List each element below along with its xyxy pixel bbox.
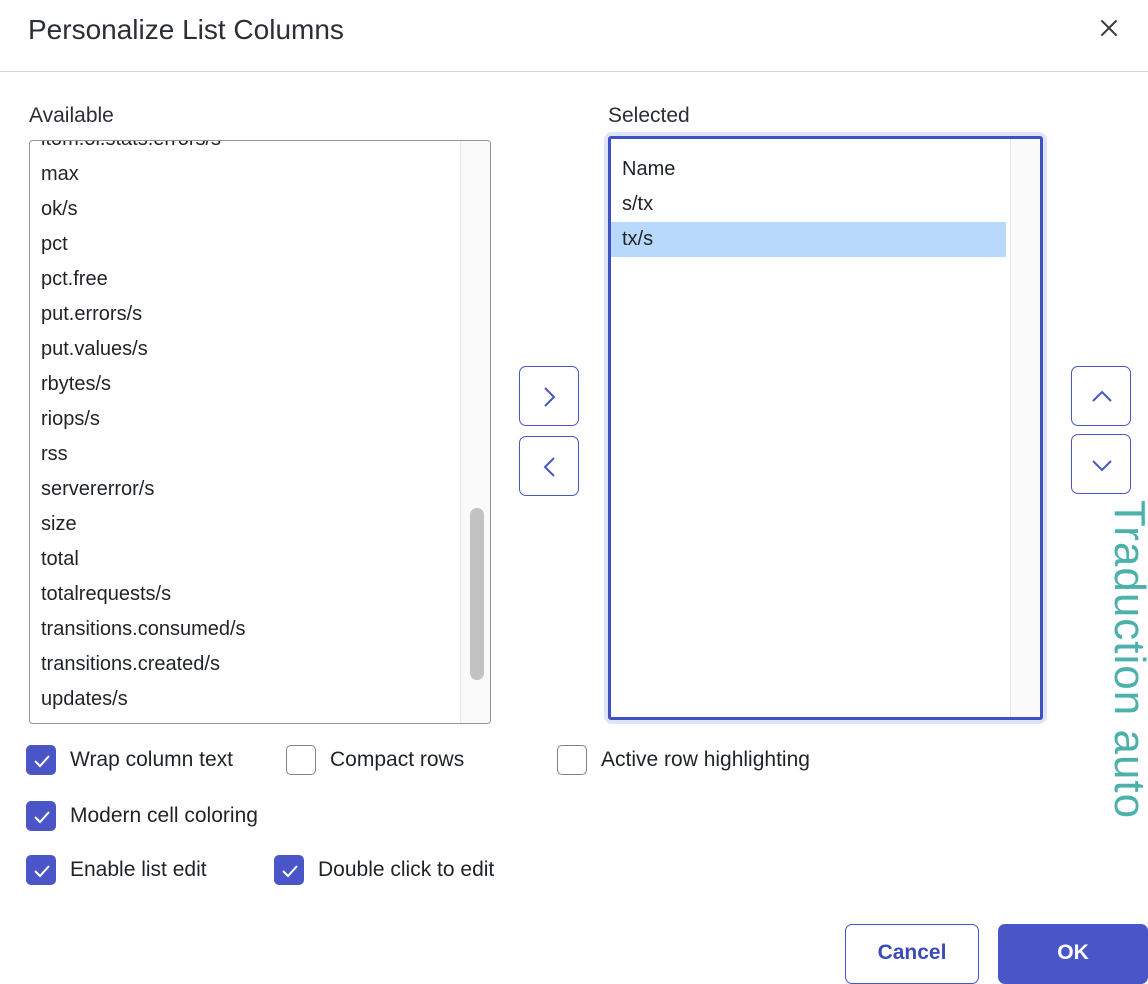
chevron-right-icon <box>544 387 556 407</box>
double-click-to-edit-label: Double click to edit <box>318 858 495 881</box>
dialog-title: Personalize List Columns <box>28 14 344 45</box>
compact-rows-checkbox[interactable] <box>286 745 316 775</box>
available-item[interactable]: updates/s <box>30 682 246 717</box>
translation-watermark[interactable]: Traduction auto <box>1110 500 1148 981</box>
available-item[interactable]: pct <box>30 227 246 262</box>
wrap-column-text-checkbox[interactable] <box>26 745 56 775</box>
available-scrollbar-thumb[interactable] <box>470 508 484 680</box>
double-click-to-edit-option[interactable]: Double click to edit <box>274 855 494 885</box>
move-down-button[interactable] <box>1071 434 1131 494</box>
selected-listbox[interactable]: Name s/tx tx/s <box>608 136 1043 720</box>
cancel-button[interactable]: Cancel <box>845 924 979 984</box>
available-item[interactable]: itom.oi.stats.errors/s <box>30 141 246 157</box>
active-row-highlighting-option[interactable]: Active row highlighting <box>557 745 810 775</box>
translation-watermark-text: Traduction auto <box>1110 500 1148 820</box>
checkmark-icon <box>282 865 298 878</box>
selected-item[interactable]: Name <box>611 152 1006 187</box>
chevron-down-icon <box>1092 460 1112 472</box>
available-item[interactable]: max <box>30 157 246 192</box>
checkmark-icon <box>34 811 50 824</box>
available-item[interactable]: size <box>30 507 246 542</box>
active-row-highlighting-checkbox[interactable] <box>557 745 587 775</box>
enable-list-edit-label: Enable list edit <box>70 858 207 881</box>
modern-cell-coloring-option[interactable]: Modern cell coloring <box>26 801 258 831</box>
available-item[interactable]: transitions.created/s <box>30 647 246 682</box>
wrap-column-text-label: Wrap column text <box>70 748 234 771</box>
available-item[interactable]: ok/s <box>30 192 246 227</box>
remove-column-button[interactable] <box>519 436 579 496</box>
add-column-button[interactable] <box>519 366 579 426</box>
close-icon <box>1101 20 1117 36</box>
available-scrollbar[interactable] <box>460 141 490 723</box>
move-up-button[interactable] <box>1071 366 1131 426</box>
enable-list-edit-option[interactable]: Enable list edit <box>26 855 207 885</box>
chevron-up-icon <box>1092 390 1112 402</box>
compact-rows-option[interactable]: Compact rows <box>286 745 464 775</box>
available-item[interactable]: put.values/s <box>30 332 246 367</box>
chevron-left-icon <box>543 457 555 477</box>
available-item[interactable]: transitions.consumed/s <box>30 612 246 647</box>
selected-item-highlighted[interactable]: tx/s <box>611 222 1006 257</box>
double-click-to-edit-checkbox[interactable] <box>274 855 304 885</box>
available-item[interactable]: rbytes/s <box>30 367 246 402</box>
available-item[interactable]: total <box>30 542 246 577</box>
selected-item[interactable]: s/tx <box>611 187 1006 222</box>
modern-cell-coloring-label: Modern cell coloring <box>70 804 258 827</box>
available-item[interactable]: totalrequests/s <box>30 577 246 612</box>
available-item[interactable]: put.errors/s <box>30 297 246 332</box>
wrap-column-text-option[interactable]: Wrap column text <box>26 745 233 775</box>
checkmark-icon <box>34 755 50 768</box>
checkmark-icon <box>34 865 50 878</box>
active-row-highlighting-label: Active row highlighting <box>601 748 810 771</box>
header-divider <box>0 71 1148 72</box>
available-label: Available <box>29 104 114 127</box>
selected-label: Selected <box>608 104 690 127</box>
available-item[interactable]: riops/s <box>30 402 246 437</box>
compact-rows-label: Compact rows <box>330 748 465 771</box>
selected-scrollbar[interactable] <box>1010 139 1040 717</box>
close-button[interactable] <box>1096 15 1122 41</box>
available-listbox[interactable]: itom.oi.stats.errors/s max ok/s pct pct.… <box>29 140 491 724</box>
enable-list-edit-checkbox[interactable] <box>26 855 56 885</box>
available-item[interactable]: rss <box>30 437 246 472</box>
available-item[interactable]: pct.free <box>30 262 246 297</box>
modern-cell-coloring-checkbox[interactable] <box>26 801 56 831</box>
available-item[interactable]: servererror/s <box>30 472 246 507</box>
